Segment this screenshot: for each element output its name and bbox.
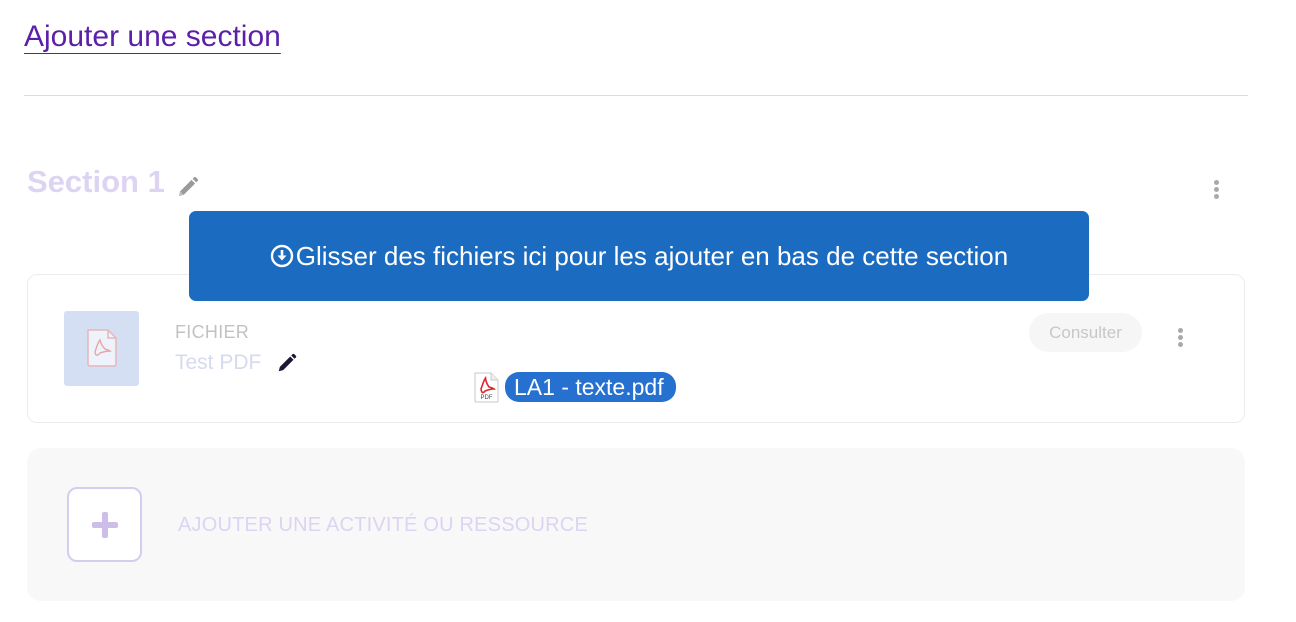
svg-text:PDF: PDF <box>481 395 493 401</box>
consult-button[interactable]: Consulter <box>1029 313 1142 352</box>
pdf-file-icon <box>64 311 139 386</box>
drop-zone-message: Glisser des fichiers ici pour les ajoute… <box>295 240 1009 271</box>
resource-menu-icon[interactable] <box>1178 328 1184 348</box>
resource-type-label: FICHIER <box>175 322 250 342</box>
edit-section-title-icon[interactable] <box>176 175 200 199</box>
resource-name[interactable]: Test PDF <box>175 351 261 375</box>
dragged-file[interactable]: PDF LA1 - texte.pdf <box>473 370 676 404</box>
pdf-drag-icon: PDF <box>474 372 499 402</box>
file-drop-zone[interactable]: Glisser des fichiers ici pour les ajoute… <box>189 211 1089 301</box>
section-title: Section 1 <box>27 164 165 199</box>
edit-resource-name-icon[interactable] <box>276 352 298 374</box>
divider <box>24 95 1248 96</box>
add-activity-button[interactable] <box>67 487 142 562</box>
plus-icon <box>92 512 118 538</box>
add-section-link[interactable]: Ajouter une section <box>24 20 281 54</box>
download-circle-icon <box>270 244 293 268</box>
section-menu-icon[interactable] <box>1214 180 1220 200</box>
add-activity-label[interactable]: AJOUTER UNE ACTIVITÉ OU RESSOURCE <box>178 514 588 537</box>
dragged-file-name: LA1 - texte.pdf <box>505 372 676 402</box>
course-editor-page: Ajouter une section Section 1 FICHIER Te… <box>0 0 1296 622</box>
